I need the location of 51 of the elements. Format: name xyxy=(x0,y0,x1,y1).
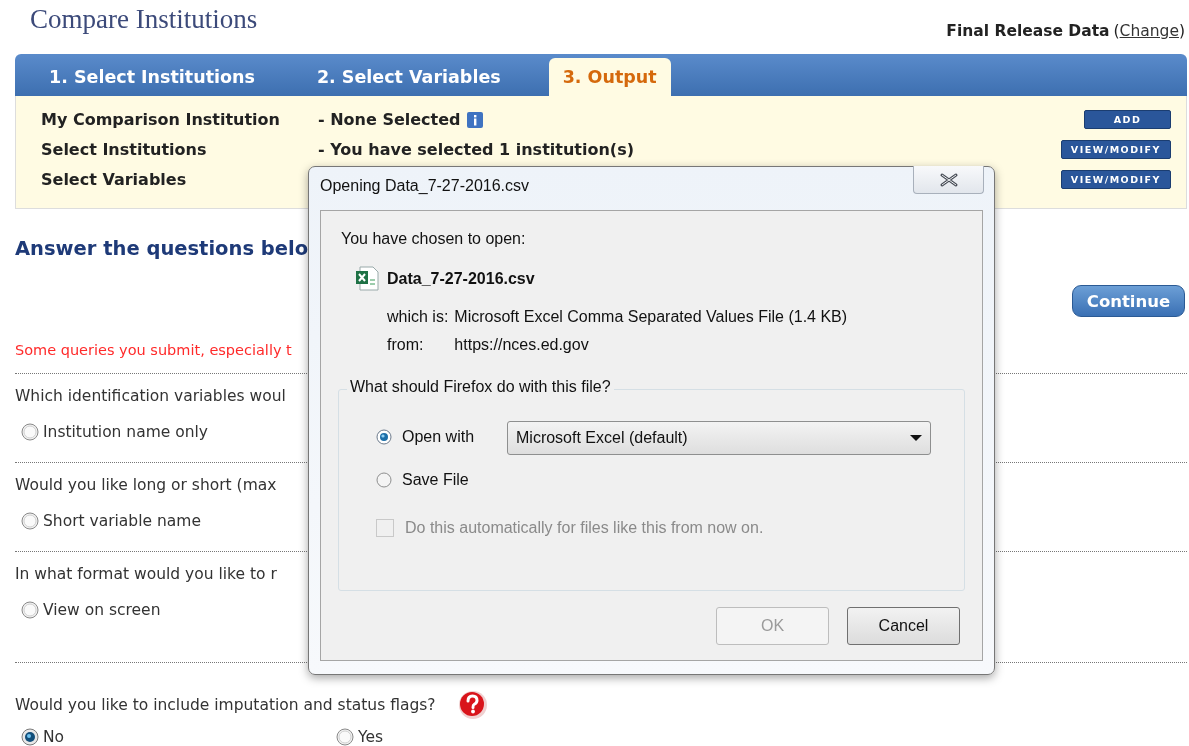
application-dropdown[interactable]: Microsoft Excel (default) xyxy=(507,421,931,455)
close-icon xyxy=(938,171,959,188)
radio-button[interactable] xyxy=(21,601,39,619)
radio-label[interactable]: No xyxy=(43,728,65,746)
dialog-text: You have chosen to open: xyxy=(341,230,526,248)
radio-label[interactable]: Yes xyxy=(358,728,384,746)
change-link[interactable]: Change xyxy=(1119,22,1179,40)
radio-label[interactable]: Short variable name xyxy=(43,512,201,530)
radio-button[interactable] xyxy=(21,423,39,441)
question-text: Would you like to include imputation and status flags? xyxy=(15,696,436,714)
radio-label[interactable]: Institution name only xyxy=(43,423,209,441)
file-source: https://nces.ed.gov xyxy=(454,336,590,354)
file-type: Microsoft Excel Comma Separated Values File (1.4 KB) xyxy=(454,308,848,326)
page-title: Compare Institutions xyxy=(30,4,258,35)
close-button[interactable] xyxy=(913,166,984,194)
field-label: which is: xyxy=(387,308,449,326)
summary-value: - You have selected 1 institution(s) xyxy=(318,140,634,159)
radio-button[interactable] xyxy=(21,728,39,746)
field-label: from: xyxy=(387,336,425,354)
radio-button[interactable] xyxy=(376,429,392,445)
summary-label: My Comparison Institution xyxy=(41,110,281,129)
summary-button[interactable]: ADD xyxy=(1084,110,1171,129)
question-text: Would you like long or short (max xyxy=(15,476,277,494)
warning-text: Some queries you submit, especially t xyxy=(15,342,292,358)
parenthesis: ( xyxy=(1113,22,1120,40)
summary-button[interactable]: VIEW/MODIFY xyxy=(1060,170,1171,189)
info-icon[interactable] xyxy=(466,111,483,128)
question-text: In what format would you like to r xyxy=(15,565,277,583)
file-name: Data_7-27-2016.csv xyxy=(387,269,535,288)
summary-label: Select Institutions xyxy=(41,140,208,159)
dialog-title: Opening Data_7-27-2016.csv xyxy=(320,177,530,195)
parenthesis: ) xyxy=(1178,22,1185,40)
help-icon[interactable] xyxy=(457,690,488,720)
question-text: Which identification variables woul xyxy=(15,387,286,405)
summary-label: Select Variables xyxy=(41,170,188,189)
radio-button[interactable] xyxy=(21,512,39,530)
tab[interactable]: 1. Select Institutions xyxy=(35,58,269,96)
section-heading: Answer the questions belo xyxy=(15,237,309,260)
tab[interactable]: 2. Select Variables xyxy=(302,58,515,96)
radio-label[interactable]: View on screen xyxy=(43,601,161,619)
summary-button[interactable]: VIEW/MODIFY xyxy=(1060,140,1171,159)
caret-icon xyxy=(910,435,922,441)
radio-button[interactable] xyxy=(336,728,354,746)
summary-value: - None Selected xyxy=(318,110,461,129)
radio-button[interactable] xyxy=(376,472,392,488)
spreadsheet-file-icon xyxy=(355,266,379,291)
radio-label[interactable]: Open with xyxy=(402,428,475,446)
dialog-button[interactable]: Cancel xyxy=(847,607,960,645)
radio-label[interactable]: Save File xyxy=(402,471,469,489)
continue-button[interactable]: Continue xyxy=(1072,285,1185,317)
release-label: Final Release Data xyxy=(946,22,1110,40)
